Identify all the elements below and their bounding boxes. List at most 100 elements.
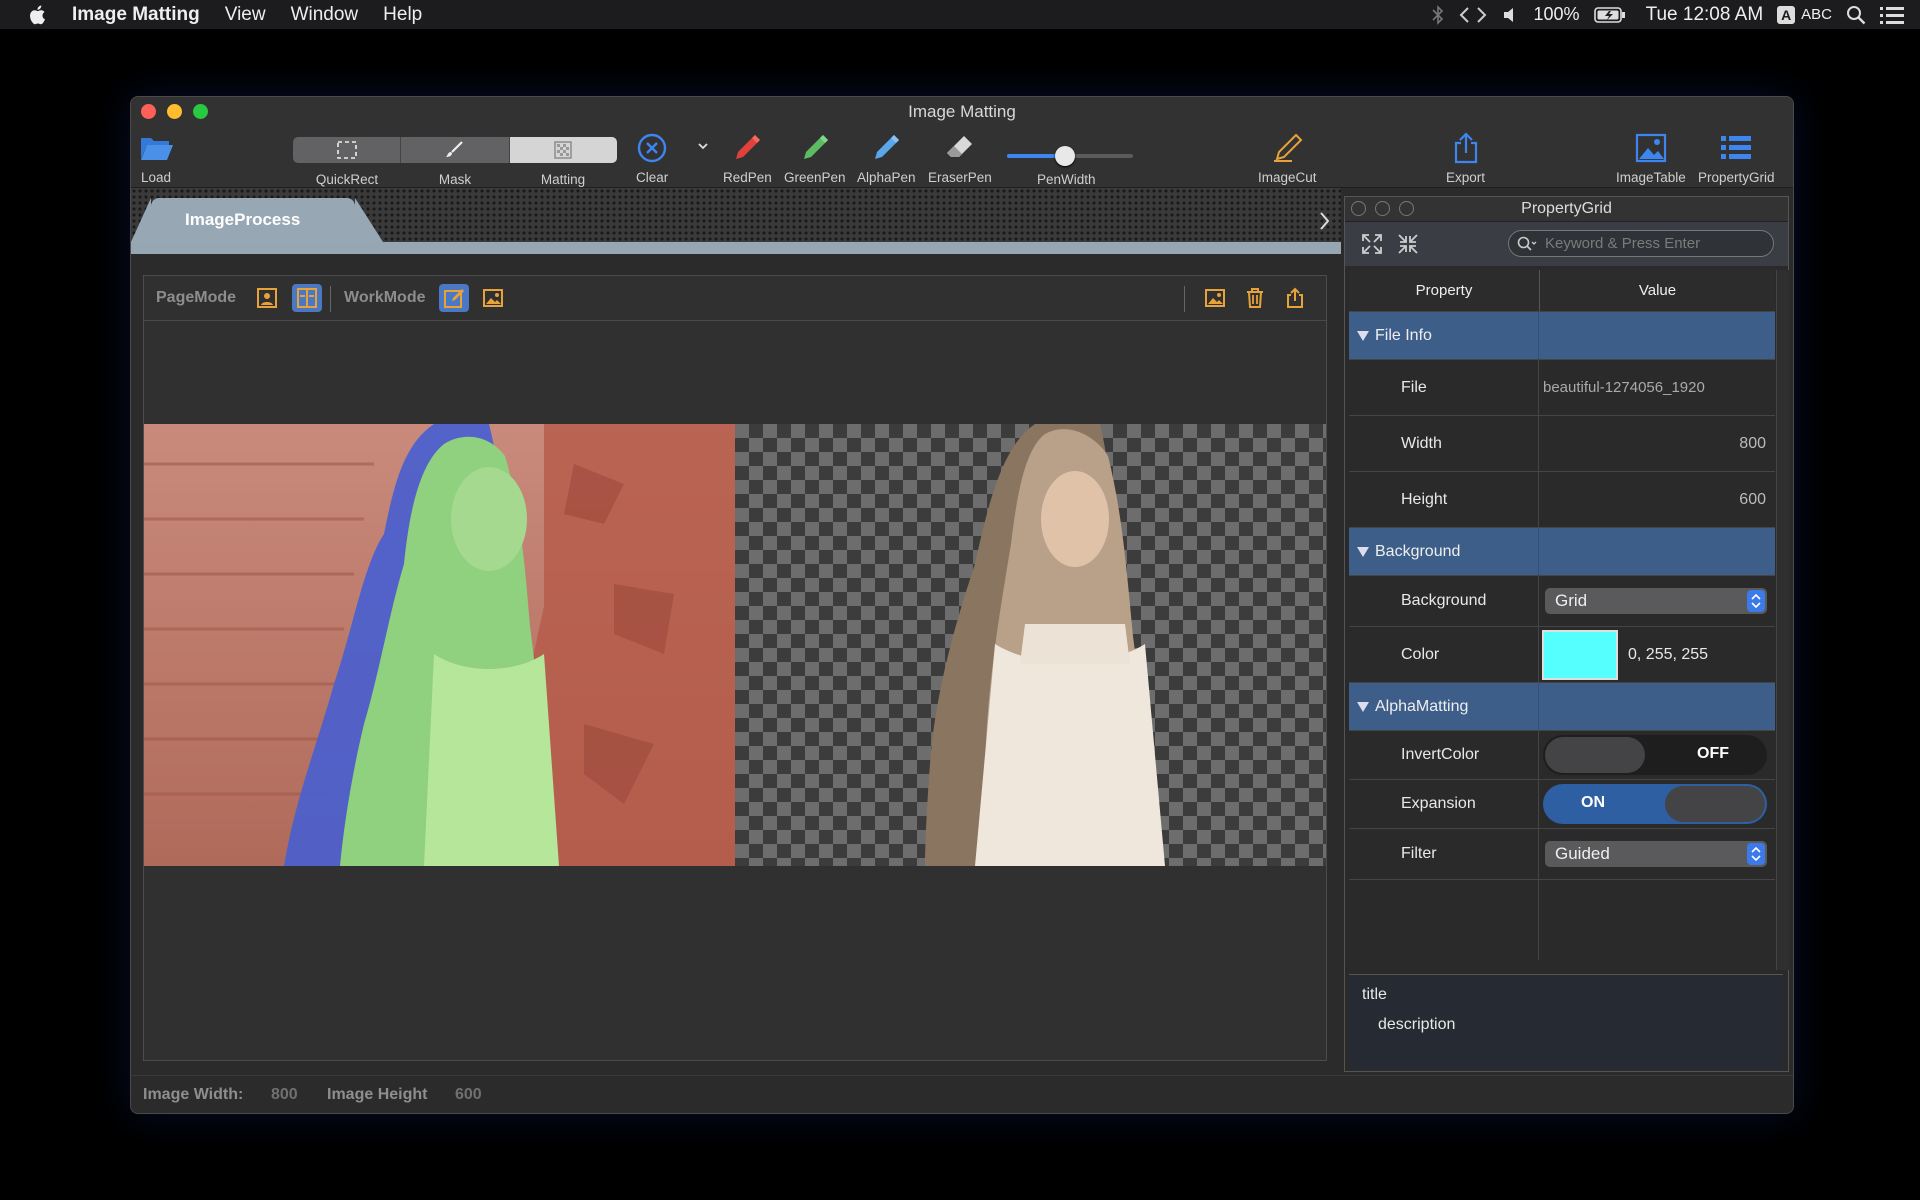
- matting-icon: [554, 141, 573, 159]
- masked-photo: [144, 424, 735, 866]
- propertygrid-scrollbar[interactable]: [1776, 270, 1789, 970]
- mask-button[interactable]: [401, 137, 510, 163]
- filter-select-value: Guided: [1555, 844, 1610, 863]
- workmode-label: WorkMode: [344, 289, 426, 306]
- propertygrid-panel: PropertyGrid Property Value File Info Fi…: [1344, 196, 1789, 1072]
- row-filter[interactable]: Filter Guided: [1349, 829, 1775, 880]
- menu-app-name[interactable]: Image Matting: [72, 4, 200, 26]
- alphapen-button[interactable]: AlphaPen: [857, 131, 916, 185]
- menu-help[interactable]: Help: [383, 4, 422, 26]
- source-image-with-mask[interactable]: [144, 424, 735, 866]
- category-file-info[interactable]: File Info: [1349, 312, 1775, 360]
- disclosure-triangle-icon[interactable]: [1357, 701, 1369, 712]
- row-background[interactable]: Background Grid: [1349, 576, 1775, 627]
- row-expansion-label: Expansion: [1349, 780, 1539, 828]
- eraserpen-button[interactable]: EraserPen: [928, 131, 992, 185]
- propertygrid-label: PropertyGrid: [1698, 170, 1775, 185]
- cutout-photo: [925, 424, 1165, 866]
- imagecut-label: ImageCut: [1258, 170, 1317, 185]
- folder-open-icon: [141, 138, 173, 160]
- panel-share-button[interactable]: [1280, 284, 1310, 312]
- background-select-value: Grid: [1555, 591, 1588, 610]
- background-select[interactable]: Grid: [1545, 588, 1767, 614]
- notification-list-icon[interactable]: [1880, 5, 1904, 25]
- export-button[interactable]: Export: [1446, 131, 1485, 185]
- input-source-icon[interactable]: A: [1777, 5, 1796, 24]
- imagetable-label: ImageTable: [1616, 170, 1686, 185]
- expand-all-icon[interactable]: [1361, 233, 1383, 255]
- matting-button[interactable]: [509, 137, 617, 163]
- pagemode-label: PageMode: [156, 289, 237, 306]
- pagemode-split-button[interactable]: [292, 284, 322, 312]
- main-window: Image Matting Load QuickRect Mask Mattin…: [130, 96, 1794, 1114]
- tab-strip: ImageProcess: [131, 188, 1341, 254]
- row-height[interactable]: Height 600: [1349, 472, 1775, 528]
- menu-view[interactable]: View: [225, 4, 266, 26]
- image-process-panel: PageMode WorkMode: [143, 275, 1327, 1061]
- spotlight-search-icon[interactable]: [1846, 5, 1866, 25]
- tab-imageprocess[interactable]: ImageProcess: [131, 198, 383, 242]
- disclosure-triangle-icon[interactable]: [1357, 546, 1369, 557]
- clock[interactable]: Tue 12:08 AM: [1646, 4, 1764, 26]
- tab-scroll-right-button[interactable]: [1315, 208, 1335, 234]
- quickrect-label: QuickRect: [315, 172, 379, 187]
- workmode-edit-button[interactable]: [439, 284, 469, 312]
- greenpen-button[interactable]: GreenPen: [784, 131, 846, 185]
- menu-window[interactable]: Window: [291, 4, 359, 26]
- row-file[interactable]: File beautiful-1274056_1920: [1349, 360, 1775, 416]
- load-button[interactable]: Load: [139, 131, 173, 185]
- row-invertcolor-label: InvertColor: [1349, 731, 1539, 779]
- propertygrid-titlebar: PropertyGrid: [1345, 197, 1788, 222]
- volume-icon[interactable]: [1502, 6, 1520, 24]
- imagecut-button[interactable]: ImageCut: [1258, 131, 1317, 185]
- propertygrid-search[interactable]: [1508, 230, 1774, 257]
- propertygrid-search-input[interactable]: [1543, 234, 1767, 253]
- battery-icon[interactable]: [1593, 6, 1626, 24]
- row-color[interactable]: Color 0, 255, 255: [1349, 627, 1775, 683]
- share-export-icon: [1454, 132, 1477, 164]
- image-table-icon: [1635, 133, 1666, 163]
- penwidth-slider[interactable]: [1007, 143, 1133, 169]
- collapse-all-icon[interactable]: [1397, 233, 1419, 255]
- penwidth-label: PenWidth: [1037, 172, 1096, 187]
- load-label: Load: [140, 170, 172, 185]
- clear-button[interactable]: Clear: [636, 131, 668, 185]
- propertygrid-toolbar: [1345, 222, 1788, 266]
- propertygrid-button[interactable]: PropertyGrid: [1698, 131, 1775, 185]
- export-label: Export: [1446, 170, 1486, 185]
- bluetooth-icon[interactable]: [1431, 4, 1444, 25]
- panel-delete-button[interactable]: [1240, 284, 1270, 312]
- apple-icon[interactable]: [26, 3, 50, 27]
- imagetable-button[interactable]: ImageTable: [1616, 131, 1686, 185]
- row-expansion[interactable]: Expansion ON: [1349, 780, 1775, 829]
- pagemode-single-button[interactable]: [252, 284, 282, 312]
- row-invertcolor[interactable]: InvertColor OFF: [1349, 731, 1775, 780]
- invertcolor-toggle[interactable]: OFF: [1543, 735, 1767, 775]
- quickrect-button[interactable]: [293, 137, 402, 163]
- select-updown-icon: [1747, 590, 1765, 612]
- disclosure-triangle-icon[interactable]: [1357, 330, 1369, 341]
- workmode-view-button[interactable]: [478, 284, 508, 312]
- redpen-button[interactable]: RedPen: [723, 131, 772, 185]
- color-swatch[interactable]: [1542, 629, 1618, 680]
- col-value-header[interactable]: Value: [1540, 270, 1775, 311]
- portrait-page-icon: [257, 288, 277, 308]
- clear-dropdown-button[interactable]: [697, 141, 709, 151]
- matting-result-image[interactable]: [735, 424, 1326, 866]
- category-alphamatting[interactable]: AlphaMatting: [1349, 683, 1775, 731]
- row-width[interactable]: Width 800: [1349, 416, 1775, 472]
- penwidth-slider-knob[interactable]: [1054, 146, 1075, 166]
- category-background[interactable]: Background: [1349, 528, 1775, 576]
- col-property-header[interactable]: Property: [1349, 270, 1540, 311]
- row-color-label: Color: [1349, 627, 1539, 682]
- status-image-width-value: 800: [271, 1086, 298, 1103]
- panel-toolbar: PageMode WorkMode: [144, 276, 1326, 321]
- redpen-label: RedPen: [723, 170, 772, 185]
- code-icon[interactable]: [1458, 5, 1488, 25]
- filter-select[interactable]: Guided: [1545, 841, 1767, 867]
- expansion-toggle-text: ON: [1581, 794, 1605, 811]
- row-width-value: 800: [1739, 434, 1766, 452]
- expansion-toggle[interactable]: ON: [1543, 784, 1767, 824]
- panel-image-button[interactable]: [1200, 284, 1230, 312]
- description-title: title: [1362, 986, 1387, 1003]
